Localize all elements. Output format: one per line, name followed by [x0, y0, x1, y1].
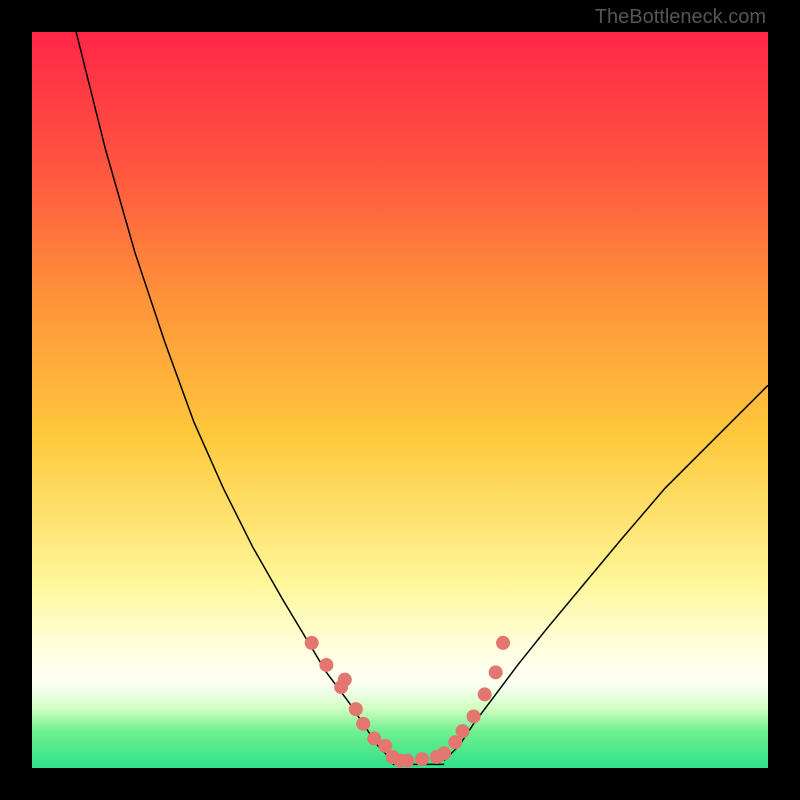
chart-svg	[32, 32, 768, 768]
data-marker	[437, 746, 451, 760]
data-marker	[478, 687, 492, 701]
data-marker	[467, 709, 481, 723]
data-marker	[415, 752, 429, 766]
chart-frame: TheBottleneck.com	[0, 0, 800, 800]
data-marker	[305, 636, 319, 650]
data-marker	[319, 658, 333, 672]
data-marker	[349, 702, 363, 716]
data-marker	[400, 754, 414, 768]
data-marker	[496, 636, 510, 650]
attribution-text: TheBottleneck.com	[595, 6, 766, 29]
curve-right-curve	[444, 385, 768, 760]
data-marker	[456, 724, 470, 738]
data-marker	[489, 665, 503, 679]
data-marker	[338, 673, 352, 687]
data-marker	[356, 717, 370, 731]
plot-area	[32, 32, 768, 768]
curve-left-curve	[76, 32, 392, 761]
